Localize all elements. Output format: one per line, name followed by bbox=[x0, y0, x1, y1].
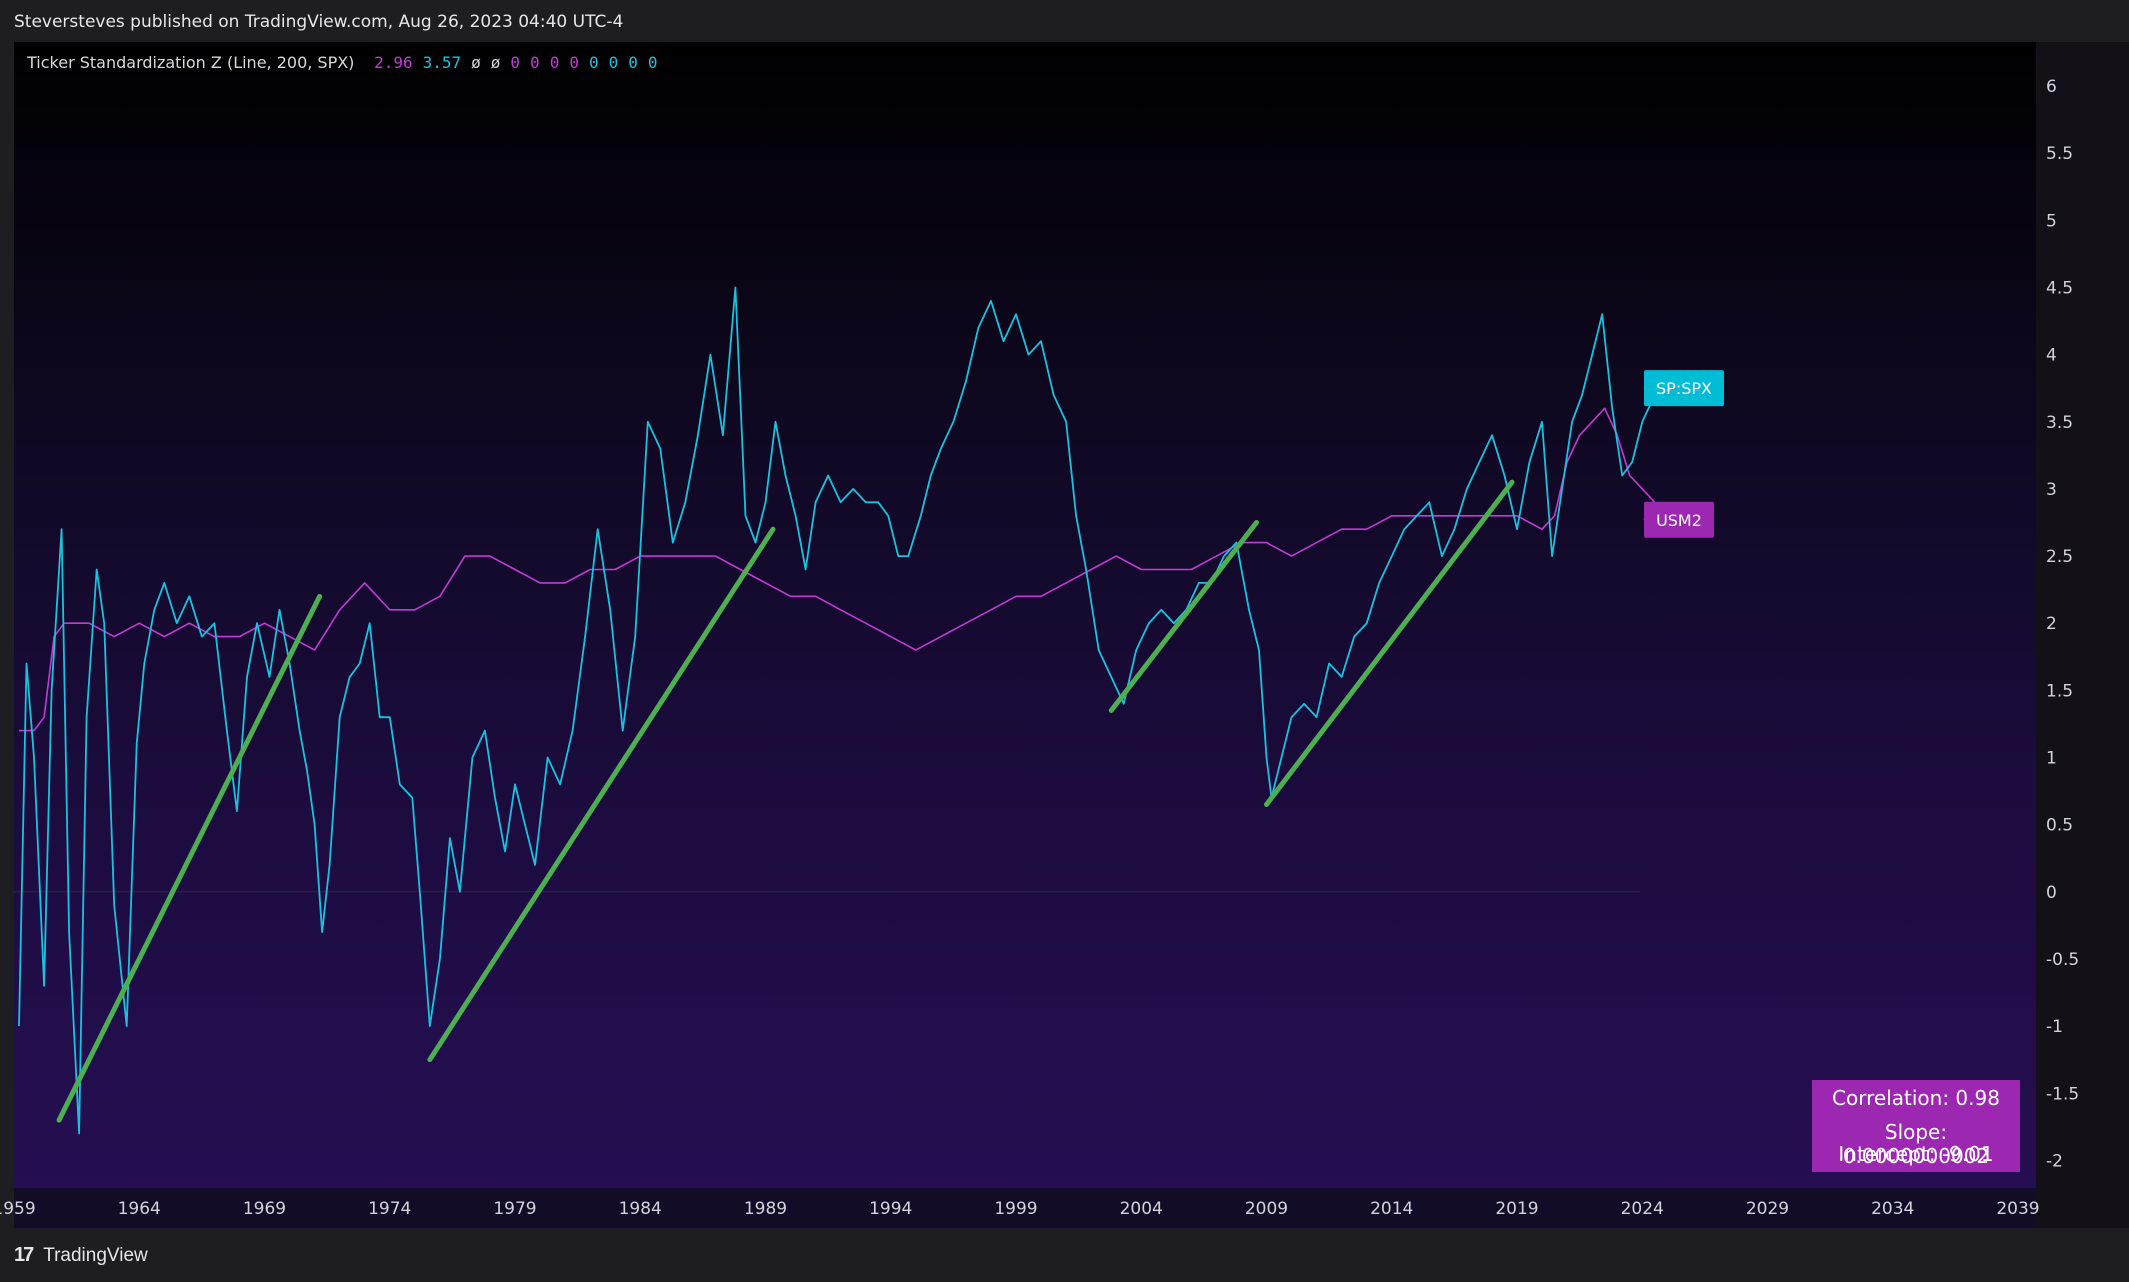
legend-value-6: 0 bbox=[549, 53, 560, 72]
legend-value-0: 2.96 bbox=[374, 53, 413, 72]
trendline-layer bbox=[56, 479, 1515, 1123]
y-tick-label: -1 bbox=[2046, 1017, 2063, 1037]
legend-value-2: ø bbox=[471, 53, 481, 72]
trendline-2[interactable] bbox=[427, 526, 776, 1063]
y-axis-ticks: 6 5.5 5 4.5 4 3.5 3 2.5 2 1.5 1 0.5 0 -0.5 -1 -1.5 -2 bbox=[2046, 77, 2079, 1171]
y-tick-label: 2 bbox=[2046, 614, 2057, 634]
x-tick-label: 1969 bbox=[243, 1199, 286, 1219]
spx-end-label: SP:SPX bbox=[1656, 379, 1712, 398]
series-end-labels: SP:SPX USM2 bbox=[1643, 370, 1724, 538]
chart-canvas: 6 5.5 5 4.5 4 3.5 3 2.5 2 1.5 1 0.5 0 -0.5 -1 -1.5 -2 19… bbox=[0, 77, 2079, 1219]
y-tick-label: 4 bbox=[2046, 346, 2057, 366]
x-axis-ticks: 1959 1964 1969 1974 1979 1984 1989 1994 1999 2004… bbox=[0, 1199, 2040, 1219]
legend-value-5: 0 bbox=[530, 53, 540, 72]
x-tick-label: 2004 bbox=[1120, 1199, 1163, 1219]
y-tick-label: -2 bbox=[2046, 1151, 2063, 1171]
legend-value-10: 0 bbox=[628, 53, 638, 72]
legend-value-4: 0 bbox=[510, 53, 521, 72]
x-tick-label: 2014 bbox=[1370, 1199, 1413, 1219]
usm2-series-line bbox=[19, 407, 1656, 732]
trendline-4[interactable] bbox=[1264, 479, 1515, 808]
x-tick-label: 1989 bbox=[744, 1199, 787, 1219]
y-tick-label: 5 bbox=[2046, 211, 2057, 231]
y-tick-label: 2.5 bbox=[2046, 547, 2073, 567]
intercept-label: Intercept: -9.01 bbox=[1838, 1142, 1994, 1166]
y-tick-label: 3 bbox=[2046, 480, 2057, 500]
y-tick-label: -0.5 bbox=[2046, 950, 2079, 970]
tradingview-footer[interactable]: 17 TradingView bbox=[14, 1240, 148, 1270]
y-tick-label: 1 bbox=[2046, 749, 2057, 769]
x-tick-label: 1959 bbox=[0, 1199, 36, 1219]
tradingview-logo-icon: 17 bbox=[14, 1244, 34, 1266]
indicator-title: Ticker Standardization Z (Line, 200, SPX… bbox=[27, 53, 355, 72]
y-tick-label: 1.5 bbox=[2046, 681, 2073, 701]
y-tick-label: 0.5 bbox=[2046, 816, 2073, 836]
x-tick-label: 2019 bbox=[1495, 1199, 1538, 1219]
trendline-3[interactable] bbox=[1108, 519, 1259, 713]
usm2-end-label: USM2 bbox=[1656, 511, 1702, 530]
y-tick-label: 5.5 bbox=[2046, 144, 2073, 164]
legend-value-11: 0 bbox=[647, 53, 658, 72]
x-tick-label: 1984 bbox=[619, 1199, 662, 1219]
y-tick-label: 0 bbox=[2046, 883, 2057, 903]
x-tick-label: 2034 bbox=[1871, 1199, 1914, 1219]
y-tick-label: 6 bbox=[2046, 77, 2057, 97]
regression-stats-box: Correlation: 0.98 Slope: 0.0000000002 In… bbox=[1812, 1080, 2020, 1172]
x-tick-label: 1979 bbox=[493, 1199, 536, 1219]
y-tick-label: 4.5 bbox=[2046, 278, 2073, 298]
x-tick-label: 1974 bbox=[368, 1199, 411, 1219]
x-tick-label: 2039 bbox=[1996, 1199, 2039, 1219]
x-tick-label: 1999 bbox=[994, 1199, 1037, 1219]
legend-value-7: 0 bbox=[569, 53, 579, 72]
y-tick-label: 3.5 bbox=[2046, 413, 2073, 433]
indicator-legend[interactable]: Ticker Standardization Z (Line, 200, SPX… bbox=[27, 52, 678, 74]
legend-value-8: 0 bbox=[588, 53, 599, 72]
x-tick-label: 2029 bbox=[1746, 1199, 1789, 1219]
trendline-1[interactable] bbox=[56, 593, 323, 1123]
x-tick-label: 1994 bbox=[869, 1199, 912, 1219]
legend-value-3: ø bbox=[490, 53, 501, 72]
x-tick-label: 2009 bbox=[1245, 1199, 1288, 1219]
brand-name: TradingView bbox=[43, 1245, 148, 1266]
x-tick-label: 2024 bbox=[1621, 1199, 1664, 1219]
y-tick-label: -1.5 bbox=[2046, 1084, 2079, 1104]
correlation-label: Correlation: 0.98 bbox=[1832, 1086, 2000, 1110]
legend-value-1: 3.57 bbox=[422, 53, 462, 72]
legend-value-9: 0 bbox=[608, 53, 619, 72]
indicator-values: 2.96 3.57 ø ø 0 0 0 0 0 0 0 0 bbox=[374, 53, 667, 72]
x-tick-label: 1964 bbox=[118, 1199, 161, 1219]
